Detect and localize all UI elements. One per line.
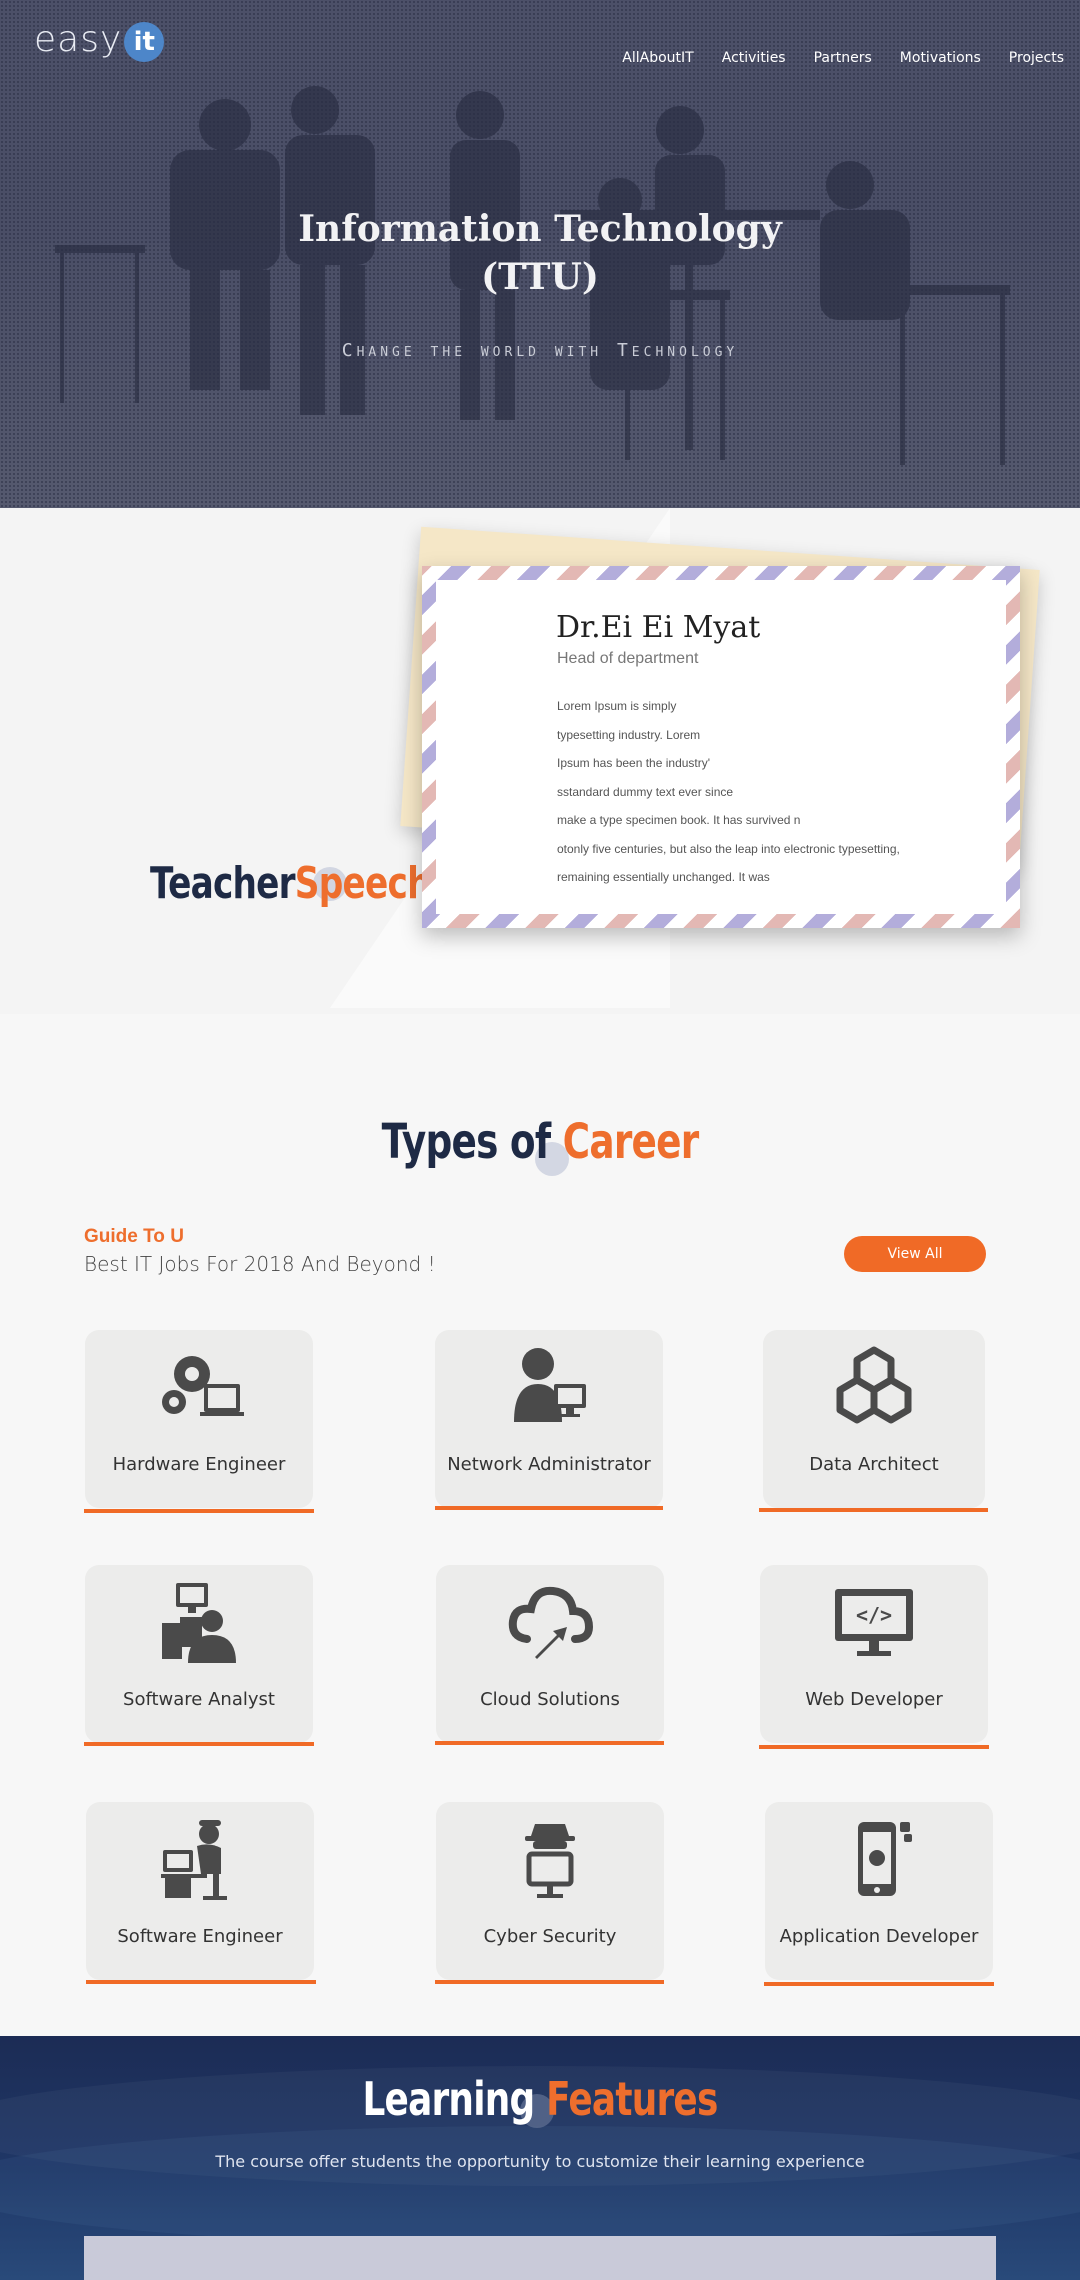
software-analyst-icon (162, 1583, 236, 1663)
card-underline (435, 1506, 663, 1510)
nav-item-activities[interactable]: Activities (722, 50, 786, 66)
letter-body: Lorem Ipsum is simply typesetting indust… (557, 692, 967, 892)
letter-line: sstandard dummy text ever since (557, 784, 734, 799)
letter-line: make a type specimen book. It has surviv… (557, 813, 801, 827)
card-underline (764, 1982, 994, 1986)
card-underline (759, 1745, 989, 1749)
card-label: Software Analyst (123, 1689, 275, 1710)
network-administrator-icon (514, 1348, 586, 1422)
heading-part2: Speech (294, 858, 432, 909)
background-wave (0, 2126, 1080, 2246)
letter-line: remaining essentially unchanged. It was (557, 870, 770, 884)
teacher-role: Head of department (557, 650, 699, 667)
nav-item-projects[interactable]: Projects (1009, 50, 1064, 66)
application-developer-icon (858, 1822, 912, 1896)
letter-line: otonly five centuries, but also the leap… (557, 841, 900, 856)
card-label: Hardware Engineer (112, 1454, 286, 1475)
card-underline (84, 1509, 314, 1513)
card-underline (86, 1980, 316, 1984)
heading-part1: Teacher (150, 858, 296, 909)
career-card-application-developer[interactable]: Application Developer (765, 1802, 993, 1980)
card-label: Software Engineer (117, 1926, 283, 1947)
hero-title-line1: Information Technology (298, 208, 782, 250)
hardware-engineer-icon (162, 1356, 244, 1416)
career-card-software-analyst[interactable]: Software Analyst (85, 1565, 313, 1743)
career-card-web-developer[interactable]: </> Web Developer (760, 1565, 988, 1743)
career-card-cloud-solutions[interactable]: Cloud Solutions (436, 1565, 664, 1743)
letter-inner: Dr.Ei Ei Myat Head of department Lorem I… (436, 580, 1006, 914)
heading-part2: Features (546, 2072, 718, 2126)
career-section: Types of Career Guide To U Best IT Jobs … (0, 1014, 1080, 2036)
hero-subtitle: Change the world with Technology (341, 340, 739, 361)
card-label: Network Administrator (447, 1454, 651, 1475)
card-label: Cloud Solutions (480, 1689, 620, 1710)
teacher-name: Dr.Ei Ei Myat (556, 610, 761, 645)
teacher-speech-heading: TeacherSpeech (150, 858, 432, 909)
nav-item-motivations[interactable]: Motivations (900, 50, 981, 66)
svg-text:</>: </> (856, 1603, 892, 1627)
hero-title-line2: (TTU) (481, 256, 599, 298)
card-underline (759, 1508, 988, 1512)
heading-part1: Types of (381, 1114, 552, 1170)
view-all-button[interactable]: View All (844, 1236, 986, 1272)
logo-text: easy (34, 18, 123, 60)
learning-heading: Learning Features (119, 2072, 961, 2126)
main-nav: AllAboutIT Activities Partners Motivatio… (622, 50, 1064, 66)
letter-line: Lorem Ipsum is simply (557, 699, 677, 713)
nav-item-allaboutit[interactable]: AllAboutIT (622, 50, 693, 66)
guide-subtitle: Best IT Jobs For 2018 And Beyond ! (84, 1252, 436, 1276)
letter-line: Ipsum has been the industry' (557, 756, 711, 770)
card-label: Data Architect (809, 1454, 939, 1475)
heading-part2: Career (562, 1114, 700, 1170)
data-architect-icon (836, 1346, 912, 1424)
heading-part1: Learning (362, 2072, 535, 2126)
card-underline (435, 1980, 664, 1984)
career-card-data-architect[interactable]: Data Architect (763, 1330, 985, 1508)
career-card-software-engineer[interactable]: Software Engineer (86, 1802, 314, 1980)
cloud-solutions-icon (508, 1586, 594, 1659)
card-underline (84, 1742, 314, 1746)
logo[interactable]: easy it (34, 16, 165, 62)
career-card-network-administrator[interactable]: Network Administrator (435, 1330, 663, 1508)
hero-banner: easy it AllAboutIT Activities Partners M… (0, 0, 1080, 508)
guide-label: Guide To U (84, 1226, 184, 1247)
letter-card: Dr.Ei Ei Myat Head of department Lorem I… (422, 566, 1020, 928)
nav-item-partners[interactable]: Partners (814, 50, 872, 66)
software-engineer-icon (161, 1820, 227, 1900)
career-card-cyber-security[interactable]: Cyber Security (436, 1802, 664, 1980)
hero-title: Information Technology (TTU) (0, 205, 1080, 301)
web-developer-icon: </> (835, 1589, 913, 1656)
learning-features-section: Learning Features The course offer stude… (0, 2036, 1080, 2280)
career-heading: Types of Career (119, 1114, 961, 1170)
card-underline (435, 1741, 664, 1745)
card-label: Application Developer (779, 1926, 979, 1947)
learning-subtitle: The course offer students the opportunit… (215, 2152, 865, 2171)
card-label: Cyber Security (483, 1926, 617, 1947)
cyber-security-icon (525, 1824, 575, 1898)
logo-badge: it (124, 22, 165, 62)
letter-line: typesetting industry. Lorem (557, 727, 701, 742)
career-card-hardware-engineer[interactable]: Hardware Engineer (85, 1330, 313, 1508)
card-label: Web Developer (805, 1689, 943, 1710)
learning-content-panel (84, 2236, 996, 2280)
